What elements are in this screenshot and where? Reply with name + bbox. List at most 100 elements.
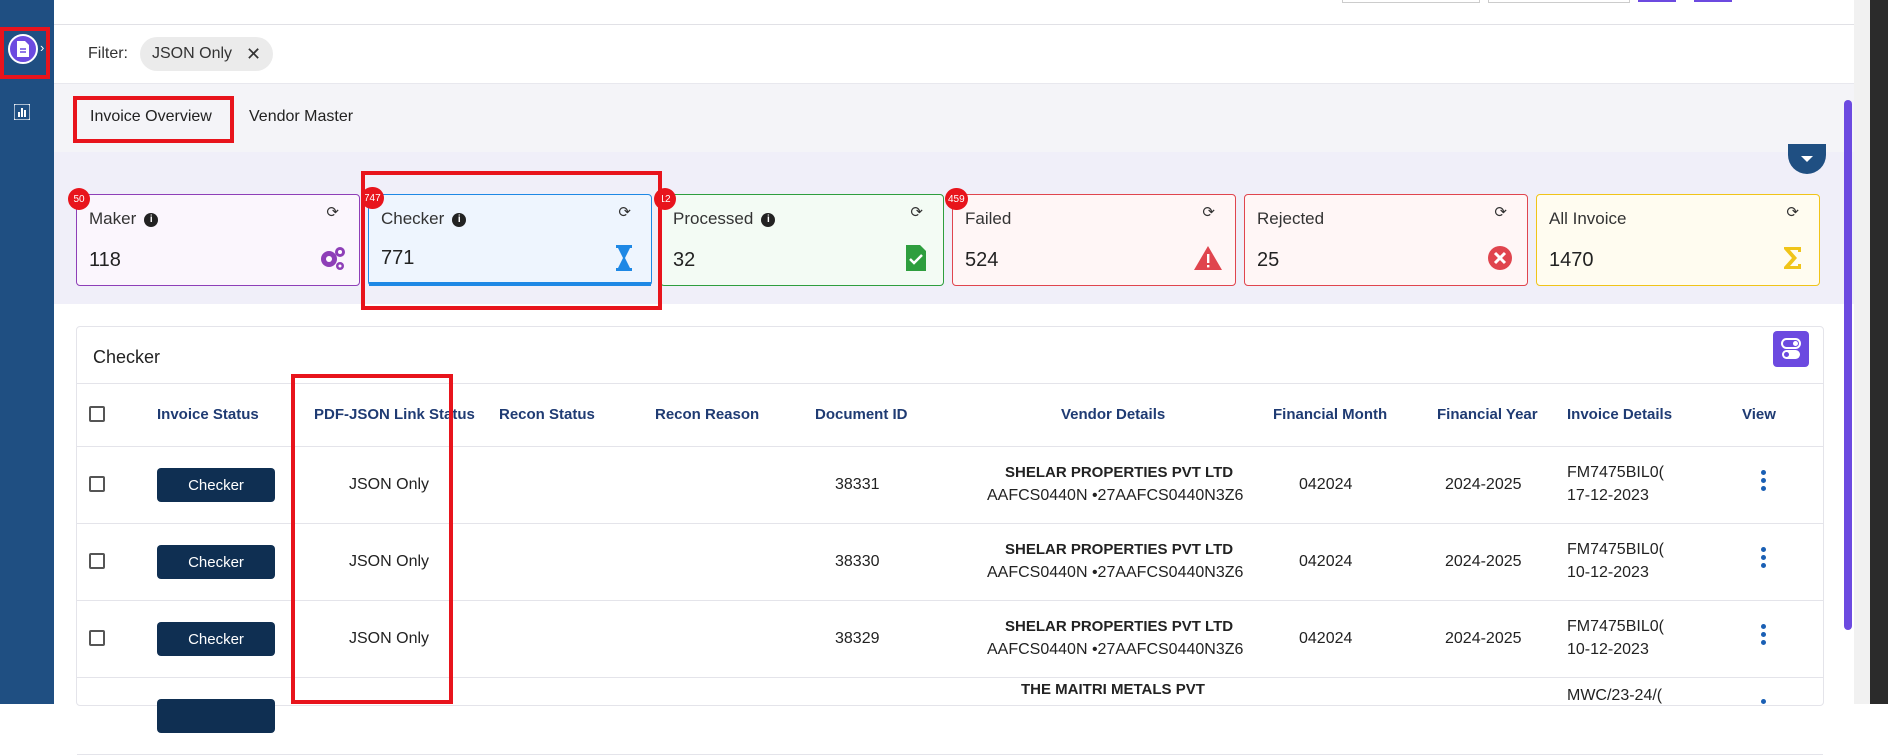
financial-month: 042024	[1299, 630, 1353, 647]
info-icon[interactable]: i	[761, 213, 776, 227]
card-rejected[interactable]: Rejected 25 ⟳	[1244, 194, 1528, 286]
info-icon[interactable]: i	[144, 213, 159, 227]
active-card-indicator	[369, 282, 651, 286]
invoice-status-button[interactable]: Checker	[157, 622, 275, 656]
invoice-status-button[interactable]	[157, 699, 275, 733]
card-title: Checker i	[381, 209, 467, 229]
vendor-name: SHELAR PROPERTIES PVT LTD	[1005, 464, 1234, 481]
card-title: Failed	[965, 209, 1012, 228]
count-badge: 747	[361, 187, 384, 209]
vendor-name: SHELAR PROPERTIES PVT LTD	[1005, 618, 1234, 635]
hourglass-icon	[616, 245, 632, 271]
info-icon[interactable]: i	[452, 213, 467, 227]
column-header[interactable]: Financial Year	[1437, 406, 1538, 423]
card-title: Rejected	[1257, 209, 1325, 228]
top-toolbar	[54, 0, 1854, 25]
invoice-table-card: Checker Invoice Status PDF-JSON Link Sta…	[76, 326, 1824, 755]
toggle-icon	[1781, 338, 1801, 359]
sidebar-reports-button[interactable]	[13, 103, 31, 125]
select-all-checkbox[interactable]	[89, 406, 105, 422]
more-options-icon[interactable]	[1761, 624, 1767, 648]
cancel-icon	[1488, 246, 1512, 270]
tab-invoice-overview[interactable]: Invoice Overview	[90, 108, 212, 126]
vendor-name: THE MAITRI METALS PVT	[1021, 681, 1205, 698]
invoice-number: FM7475BIL0(	[1567, 618, 1664, 635]
card-value: 771	[381, 247, 415, 269]
count-badge: 50	[68, 188, 90, 210]
card-value: 524	[965, 249, 999, 271]
invoice-number: FM7475BIL0(	[1567, 464, 1664, 481]
column-header[interactable]: Financial Month	[1273, 406, 1387, 423]
scrollbar-thumb[interactable]	[1844, 100, 1852, 630]
document-id: 38331	[835, 476, 880, 493]
table-header: Invoice Status PDF-JSON Link Status Reco…	[77, 383, 1823, 447]
refresh-icon[interactable]: ⟳	[910, 203, 923, 221]
refresh-icon[interactable]: ⟳	[1202, 203, 1215, 221]
invoice-number: MWC/23-24/(	[1567, 687, 1663, 704]
invoice-status-button[interactable]: Checker	[157, 545, 275, 579]
vendor-ids: AAFCS0440N •27AAFCS0440N3Z6	[987, 564, 1244, 581]
sidebar-invoices-button[interactable]	[8, 34, 38, 64]
vendor-ids: AAFCS0440N •27AAFCS0440N3Z6	[987, 641, 1244, 658]
chevron-down-icon	[1801, 156, 1813, 162]
toolbar-button[interactable]	[1694, 0, 1732, 2]
row-checkbox[interactable]	[89, 476, 105, 492]
gears-icon	[321, 247, 345, 270]
row-checkbox[interactable]	[89, 630, 105, 646]
financial-year: 2024-2025	[1445, 476, 1522, 493]
card-maker[interactable]: Maker i 118 ⟳	[76, 194, 360, 286]
filter-chip-label: JSON Only	[152, 45, 233, 62]
scrollbar-track[interactable]	[1854, 0, 1870, 704]
row-checkbox[interactable]	[89, 553, 105, 569]
table-row[interactable]: Checker JSON Only 38331 SHELAR PROPERTIE…	[77, 446, 1823, 524]
financial-month: 042024	[1299, 476, 1353, 493]
document-id: 38330	[835, 553, 880, 570]
column-header[interactable]: View	[1742, 406, 1776, 423]
card-title: All Invoice	[1549, 209, 1627, 228]
column-toggle-button[interactable]	[1773, 331, 1809, 367]
document-icon	[17, 41, 29, 57]
column-header[interactable]: Vendor Details	[1061, 406, 1165, 423]
toolbar-button[interactable]	[1638, 0, 1676, 2]
filter-chip[interactable]: JSON Only ✕	[140, 37, 274, 71]
table-row[interactable]: THE MAITRI METALS PVT MWC/23-24/(	[77, 677, 1823, 755]
count-badge: 12	[654, 188, 676, 210]
invoice-status-button[interactable]: Checker	[157, 468, 275, 502]
warning-icon	[1194, 246, 1222, 270]
close-icon[interactable]: ✕	[246, 44, 261, 65]
column-header[interactable]: Invoice Status	[157, 406, 259, 423]
table-row[interactable]: Checker JSON Only 38329 SHELAR PROPERTIE…	[77, 600, 1823, 678]
table-title: Checker	[93, 347, 161, 367]
more-options-icon[interactable]	[1761, 547, 1767, 571]
column-header[interactable]: Document ID	[815, 406, 908, 423]
card-processed[interactable]: Processed i 32 ⟳	[660, 194, 944, 286]
refresh-icon[interactable]: ⟳	[326, 203, 339, 221]
column-header[interactable]: Recon Status	[499, 406, 595, 423]
more-options-icon[interactable]	[1761, 470, 1767, 494]
toolbar-field[interactable]	[1342, 0, 1480, 3]
card-failed[interactable]: Failed 524 ⟳	[952, 194, 1236, 286]
sigma-icon	[1784, 247, 1801, 269]
card-checker[interactable]: Checker i 771 ⟳	[368, 194, 652, 286]
column-header[interactable]: Recon Reason	[655, 406, 759, 423]
main-area: Filter: JSON Only ✕ Invoice Overview Ven…	[54, 0, 1854, 755]
card-title: Processed i	[673, 209, 776, 229]
window-edge	[1870, 0, 1888, 704]
refresh-icon[interactable]: ⟳	[618, 203, 631, 221]
document-id: 38329	[835, 630, 880, 647]
refresh-icon[interactable]: ⟳	[1786, 203, 1799, 221]
filter-bar: Filter: JSON Only ✕	[54, 25, 1854, 84]
column-header[interactable]: PDF-JSON Link Status	[314, 406, 475, 423]
sidebar-expand-chevron-icon[interactable]: ›	[40, 40, 44, 55]
table-row[interactable]: Checker JSON Only 38330 SHELAR PROPERTIE…	[77, 523, 1823, 601]
card-all-invoice[interactable]: All Invoice 1470 ⟳	[1536, 194, 1820, 286]
refresh-icon[interactable]: ⟳	[1494, 203, 1507, 221]
more-options-icon[interactable]	[1761, 699, 1767, 707]
tab-vendor-master[interactable]: Vendor Master	[249, 108, 353, 126]
financial-month: 042024	[1299, 553, 1353, 570]
sidebar: ›	[0, 0, 54, 704]
link-status: JSON Only	[349, 476, 430, 493]
column-header[interactable]: Invoice Details	[1567, 406, 1672, 423]
bar-chart-icon	[13, 103, 31, 121]
toolbar-field[interactable]	[1488, 0, 1630, 3]
